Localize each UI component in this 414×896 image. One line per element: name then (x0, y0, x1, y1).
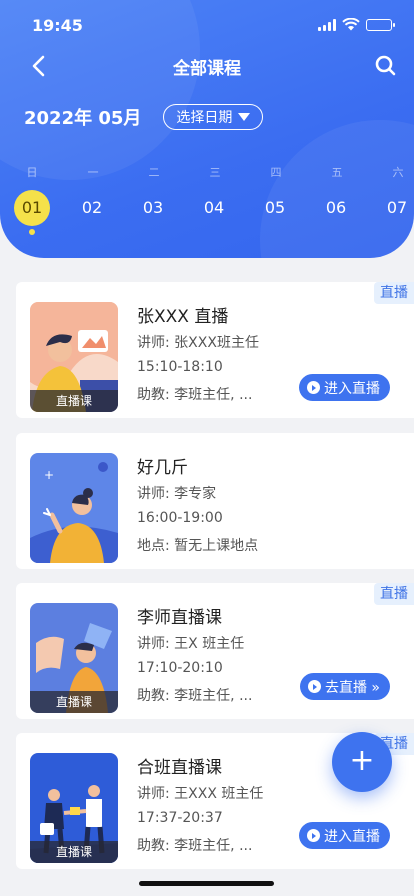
go-live-button[interactable]: 去直播 » (299, 673, 390, 700)
thumbnail-caption: 直播课 (30, 841, 118, 863)
date-cell-selected[interactable]: 01 (14, 190, 50, 226)
weekday-label: 一 (87, 166, 99, 179)
course-thumbnail: 直播课 (30, 753, 118, 863)
date-cell[interactable]: 03 (133, 190, 173, 226)
action-label: 进入直播 (324, 380, 380, 397)
status-bar: 19:45 (0, 14, 414, 40)
thumbnail-caption: 直播课 (30, 390, 118, 412)
weekday-label: 四 (270, 166, 282, 179)
date-cell[interactable]: 06 (316, 190, 356, 226)
status-time: 19:45 (32, 16, 83, 35)
date-picker-button[interactable]: 选择日期 (163, 104, 264, 130)
course-assistant: 助教: 李班主任, ... (137, 387, 253, 403)
search-icon[interactable] (372, 52, 400, 80)
header-decoration (260, 120, 414, 258)
course-time: 17:10-20:10 (137, 660, 223, 676)
home-indicator (139, 881, 274, 886)
signal-icon (318, 18, 336, 31)
course-assistant: 助教: 李班主任, ... (137, 688, 253, 704)
enter-live-button[interactable]: 进入直播 (299, 822, 390, 849)
weekday-label: 二 (148, 166, 160, 179)
weekday-label: 日 (26, 166, 38, 179)
course-card[interactable]: 直播 直播课 张XXX 直播 讲师: 张XXX班主任 15:10-18:10 助… (16, 282, 414, 418)
course-thumbnail: 直播课 (30, 302, 118, 412)
play-icon (307, 381, 320, 394)
course-card[interactable]: + 好几斤 讲师: 李专家 16:00-19:00 地点: 暂无上课地点 (16, 433, 414, 569)
action-label: 去直播 » (324, 679, 380, 696)
course-teacher: 讲师: 王X 班主任 (137, 636, 245, 652)
course-teacher: 讲师: 王XXX 班主任 (137, 786, 264, 802)
course-title: 李师直播课 (137, 608, 222, 628)
course-assistant: 助教: 李班主任, ... (137, 838, 253, 854)
date-cell[interactable]: 07 (377, 190, 414, 226)
course-location: 地点: 暂无上课地点 (137, 538, 259, 554)
course-time: 15:10-18:10 (137, 359, 223, 375)
course-teacher: 讲师: 李专家 (137, 486, 217, 502)
weekday-labels: 日 一 二 三 四 五 六 (0, 164, 414, 180)
date-cell[interactable]: 04 (194, 190, 234, 226)
course-time: 16:00-19:00 (137, 510, 223, 526)
action-label: 进入直播 (324, 828, 380, 845)
add-course-button[interactable]: + (332, 732, 392, 792)
page-title: 全部课程 (173, 59, 241, 79)
date-picker-label: 选择日期 (176, 110, 233, 126)
navbar: 全部课程 (0, 48, 414, 84)
enter-live-button[interactable]: 进入直播 (299, 374, 390, 401)
battery-icon (366, 18, 395, 31)
course-teacher: 讲师: 张XXX班主任 (137, 335, 259, 351)
course-card[interactable]: 直播 直播课 李师直播课 讲师: 王X 班主任 17:10-20:10 助教: … (16, 583, 414, 719)
live-tag: 直播 (374, 282, 414, 304)
wifi-icon (342, 18, 360, 31)
weekday-label: 五 (331, 166, 343, 179)
course-title: 合班直播课 (137, 758, 222, 778)
weekday-label: 六 (392, 166, 404, 179)
month-row: 2022年 05月 选择日期 (24, 104, 264, 130)
date-cell[interactable]: 02 (72, 190, 112, 226)
course-thumbnail: 直播课 (30, 603, 118, 713)
date-strip: 01 02 03 04 05 06 07 (0, 190, 414, 230)
course-time: 17:37-20:37 (137, 810, 223, 826)
has-course-dot (29, 229, 35, 235)
current-month: 2022年 05月 (24, 108, 142, 129)
date-cell[interactable]: 05 (255, 190, 295, 226)
play-icon (307, 680, 321, 693)
weekday-label: 三 (209, 166, 221, 179)
course-title: 好几斤 (137, 458, 188, 478)
course-title: 张XXX 直播 (137, 307, 229, 327)
live-tag: 直播 (374, 583, 414, 605)
caret-down-icon (238, 113, 251, 121)
svg-text:+: + (44, 468, 54, 482)
course-thumbnail: + (30, 453, 118, 563)
header: 19:45 全部课程 2022年 05月 选择日期 日 一 二 三 四 五 六 … (0, 0, 414, 258)
status-icons (318, 18, 395, 31)
thumbnail-caption: 直播课 (30, 691, 118, 713)
play-icon (307, 829, 320, 842)
